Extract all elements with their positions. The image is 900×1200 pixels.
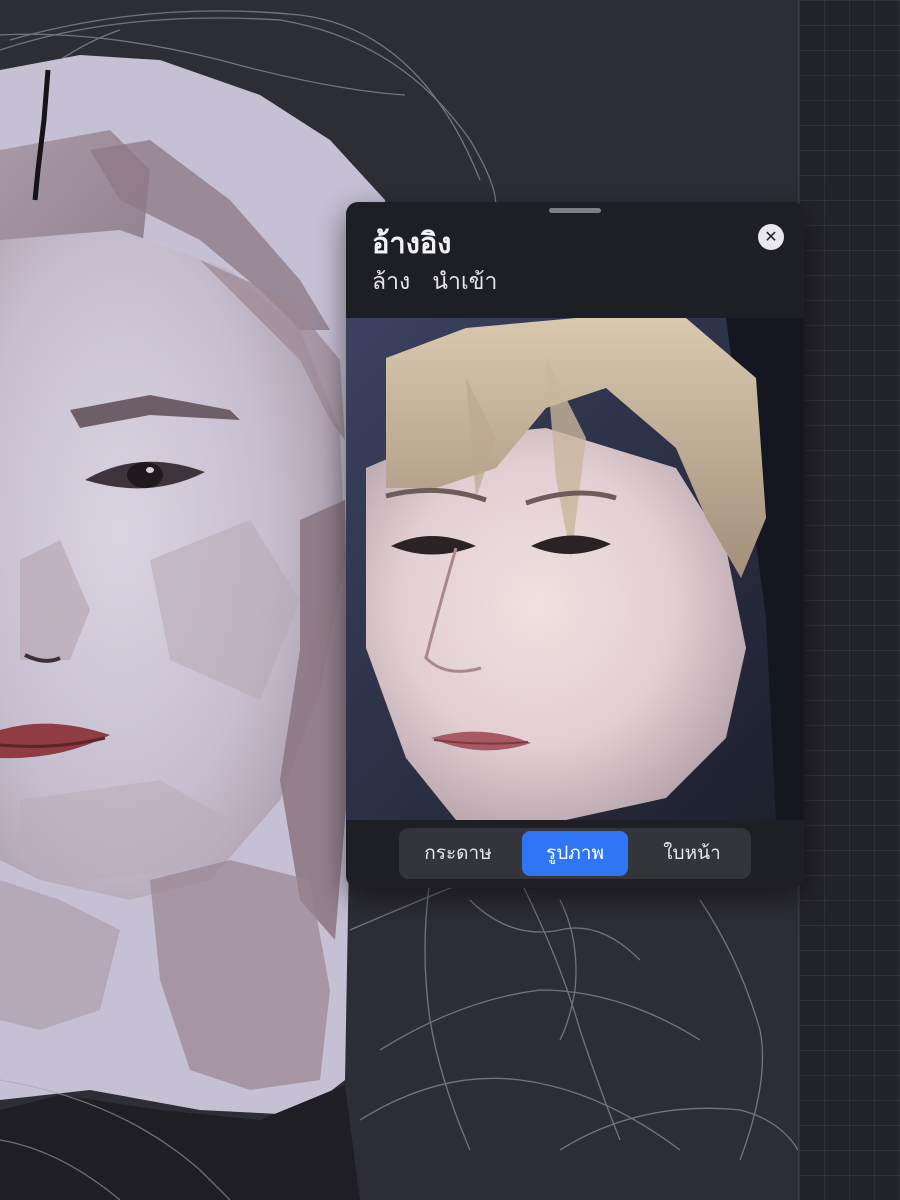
painting-app: อ้างอิง ✕ ล้าง นำเข้า กระดาษ รูปภาพ ใบหน… [0,0,900,1200]
import-button[interactable]: นำเข้า [432,264,497,300]
panel-title: อ้างอิง [372,226,452,260]
canvas-grid-area [798,0,900,1200]
reference-image [346,318,804,820]
tab-face[interactable]: ใบหน้า [637,831,747,876]
reference-panel[interactable]: อ้างอิง ✕ ล้าง นำเข้า กระดาษ รูปภาพ ใบหน… [346,202,804,888]
tab-canvas[interactable]: กระดาษ [403,831,513,876]
reference-mode-selector: กระดาษ รูปภาพ ใบหน้า [399,828,751,879]
tab-image[interactable]: รูปภาพ [522,831,628,876]
reference-photo [346,318,804,820]
panel-actions: ล้าง นำเข้า [372,264,497,300]
clear-button[interactable]: ล้าง [372,264,410,300]
panel-drag-handle[interactable] [549,208,601,213]
close-icon[interactable]: ✕ [758,224,784,250]
